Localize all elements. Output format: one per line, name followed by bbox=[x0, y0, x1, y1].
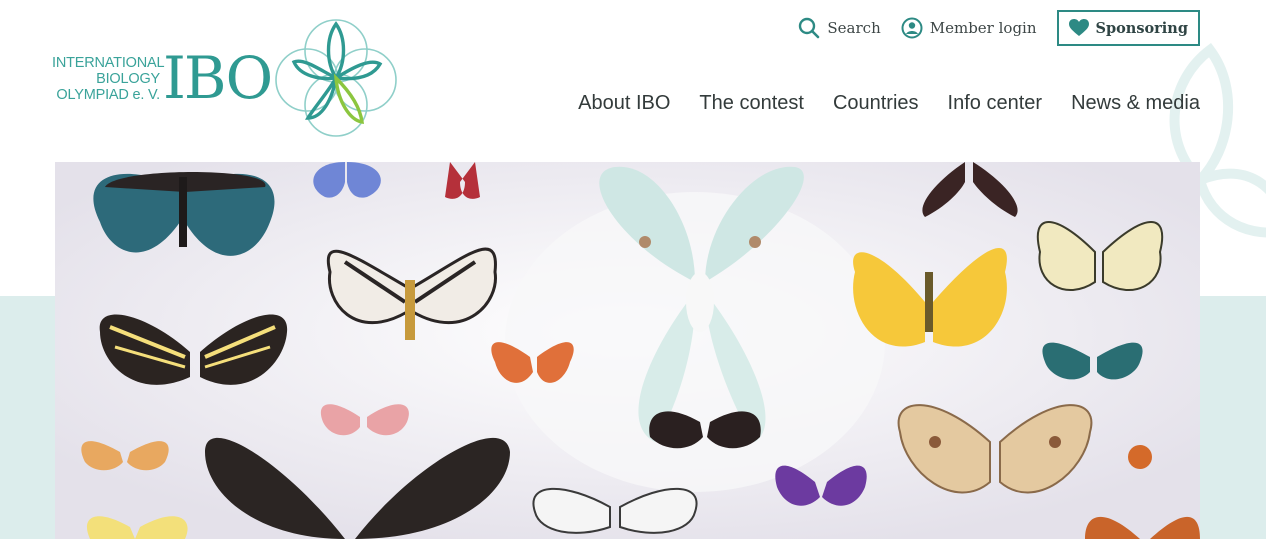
sponsoring-button[interactable]: Sponsoring bbox=[1056, 10, 1200, 46]
nav-about-ibo[interactable]: About IBO bbox=[578, 92, 670, 115]
nav-countries[interactable]: Countries bbox=[833, 92, 919, 115]
ibo-logo[interactable]: INTERNATIONAL BIOLOGY OLYMPIAD e. V. IBO bbox=[52, 18, 402, 138]
main-nav: About IBO The contest Countries Info cen… bbox=[549, 92, 1200, 115]
nav-news-media[interactable]: News & media bbox=[1071, 92, 1200, 115]
member-login-label: Member login bbox=[929, 19, 1037, 37]
butterfly-collection-illustration bbox=[55, 162, 1200, 539]
search-link[interactable]: Search bbox=[798, 17, 881, 39]
nav-the-contest[interactable]: The contest bbox=[699, 92, 804, 115]
nav-info-center[interactable]: Info center bbox=[948, 92, 1043, 115]
member-login-link[interactable]: Member login bbox=[901, 17, 1037, 39]
logo-line-3: OLYMPIAD e. V. bbox=[56, 87, 160, 103]
logo-wordmark: INTERNATIONAL BIOLOGY OLYMPIAD e. V. bbox=[52, 55, 165, 103]
logo-acronym: IBO bbox=[163, 44, 273, 112]
search-icon bbox=[798, 17, 820, 39]
moth-orange-small bbox=[1128, 445, 1152, 469]
butterfly-blue-swallowtail bbox=[93, 172, 275, 256]
utility-nav: Search Member login Sponsoring bbox=[798, 10, 1200, 46]
user-circle-icon bbox=[901, 17, 923, 39]
sponsoring-label: Sponsoring bbox=[1095, 19, 1189, 37]
logo-line-1: INTERNATIONAL bbox=[52, 55, 165, 71]
heart-icon bbox=[1068, 19, 1089, 37]
logo-flower-icon bbox=[275, 19, 397, 137]
hero-image bbox=[55, 162, 1200, 539]
search-label: Search bbox=[827, 19, 881, 37]
logo-line-2: BIOLOGY bbox=[96, 71, 160, 87]
